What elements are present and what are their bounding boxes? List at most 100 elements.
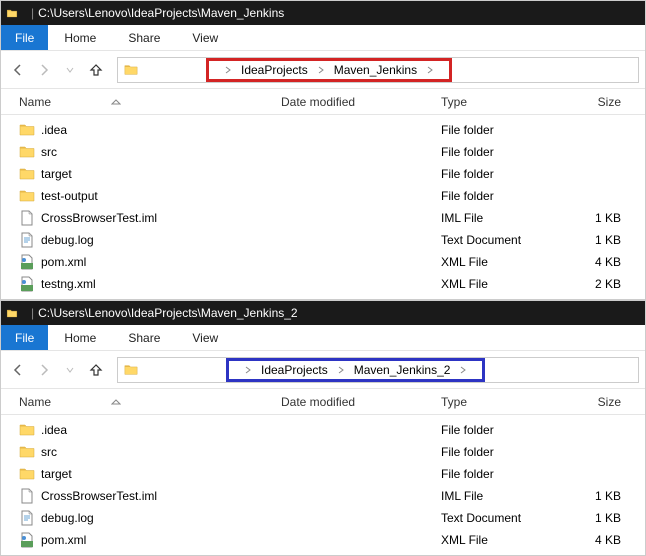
xml-icon (19, 276, 35, 292)
menu-home[interactable]: Home (48, 25, 112, 50)
file-type: File folder (441, 445, 561, 459)
file-type: File folder (441, 145, 561, 159)
nav-row: IdeaProjects Maven_Jenkins_2 (1, 351, 645, 389)
file-list: .idea File folder src File folder target… (1, 415, 645, 555)
file-type: File folder (441, 467, 561, 481)
breadcrumb-item[interactable]: Maven_Jenkins (332, 63, 419, 77)
breadcrumb-item[interactable]: IdeaProjects (259, 363, 330, 377)
col-header-type[interactable]: Type (441, 395, 561, 409)
col-header-date[interactable]: Date modified (281, 95, 441, 109)
file-size: 1 KB (561, 233, 621, 247)
file-type: IML File (441, 489, 561, 503)
forward-button[interactable] (33, 59, 55, 81)
folder-icon (19, 166, 35, 182)
titlebar[interactable]: | C:\Users\Lenovo\IdeaProjects\Maven_Jen… (1, 1, 645, 25)
chevron-right-icon[interactable] (425, 65, 435, 75)
file-row[interactable]: testng.xml XML File 2 KB (1, 273, 645, 295)
address-bar[interactable]: IdeaProjects Maven_Jenkins_2 (117, 357, 639, 383)
file-type: File folder (441, 423, 561, 437)
file-name: debug.log (41, 233, 94, 247)
file-row[interactable]: debug.log Text Document 1 KB (1, 229, 645, 251)
file-icon (19, 488, 35, 504)
titlebar-separator: | (31, 306, 34, 320)
menu-file[interactable]: File (1, 25, 48, 50)
col-header-size[interactable]: Size (561, 95, 621, 109)
recent-dropdown[interactable] (59, 359, 81, 381)
file-row[interactable]: CrossBrowserTest.iml IML File 1 KB (1, 207, 645, 229)
back-button[interactable] (7, 359, 29, 381)
chevron-right-icon[interactable] (458, 365, 468, 375)
sort-ascending-icon (111, 99, 121, 105)
file-list: .idea File folder src File folder target… (1, 115, 645, 299)
chevron-right-icon[interactable] (243, 365, 253, 375)
breadcrumb-highlighted: IdeaProjects Maven_Jenkins (206, 58, 452, 82)
file-icon (19, 210, 35, 226)
file-row[interactable]: .idea File folder (1, 419, 645, 441)
file-row[interactable]: target File folder (1, 463, 645, 485)
menubar: File Home Share View (1, 25, 645, 51)
titlebar[interactable]: | C:\Users\Lenovo\IdeaProjects\Maven_Jen… (1, 301, 645, 325)
file-row[interactable]: target File folder (1, 163, 645, 185)
file-name: src (41, 445, 57, 459)
menu-view[interactable]: View (176, 325, 234, 350)
chevron-right-icon[interactable] (223, 65, 233, 75)
nav-row: IdeaProjects Maven_Jenkins (1, 51, 645, 89)
folder-icon (19, 188, 35, 204)
text-icon (19, 510, 35, 526)
folder-icon (19, 466, 35, 482)
folder-icon (19, 144, 35, 160)
file-type: File folder (441, 167, 561, 181)
file-name: target (41, 467, 72, 481)
explorer-window-0: | C:\Users\Lenovo\IdeaProjects\Maven_Jen… (0, 0, 646, 300)
col-header-name[interactable]: Name (1, 395, 281, 409)
window-folder-icon (5, 8, 19, 19)
file-size: 4 KB (561, 255, 621, 269)
back-button[interactable] (7, 59, 29, 81)
file-row[interactable]: pom.xml XML File 4 KB (1, 251, 645, 273)
chevron-right-icon[interactable] (336, 365, 346, 375)
titlebar-path: C:\Users\Lenovo\IdeaProjects\Maven_Jenki… (38, 306, 297, 320)
folder-icon (19, 122, 35, 138)
file-row[interactable]: pom.xml XML File 4 KB (1, 529, 645, 551)
file-name: CrossBrowserTest.iml (41, 211, 157, 225)
sort-ascending-icon (111, 399, 121, 405)
text-icon (19, 232, 35, 248)
up-button[interactable] (85, 59, 107, 81)
address-bar[interactable]: IdeaProjects Maven_Jenkins (117, 57, 639, 83)
menu-share[interactable]: Share (112, 325, 176, 350)
breadcrumb-item[interactable]: Maven_Jenkins_2 (352, 363, 453, 377)
window-folder-icon (5, 308, 19, 319)
breadcrumb-item[interactable]: IdeaProjects (239, 63, 310, 77)
menu-home[interactable]: Home (48, 325, 112, 350)
file-row[interactable]: debug.log Text Document 1 KB (1, 507, 645, 529)
col-header-size[interactable]: Size (561, 395, 621, 409)
titlebar-separator: | (31, 6, 34, 20)
file-row[interactable]: .idea File folder (1, 119, 645, 141)
address-folder-icon (122, 362, 140, 378)
file-size: 1 KB (561, 489, 621, 503)
menu-view[interactable]: View (176, 25, 234, 50)
file-row[interactable]: src File folder (1, 141, 645, 163)
xml-icon (19, 532, 35, 548)
file-name: testng.xml (41, 277, 96, 291)
up-button[interactable] (85, 359, 107, 381)
col-header-type[interactable]: Type (441, 95, 561, 109)
menu-file[interactable]: File (1, 325, 48, 350)
chevron-right-icon[interactable] (316, 65, 326, 75)
file-size: 1 KB (561, 211, 621, 225)
col-header-name[interactable]: Name (1, 95, 281, 109)
recent-dropdown[interactable] (59, 59, 81, 81)
file-name: .idea (41, 423, 67, 437)
col-header-date[interactable]: Date modified (281, 395, 441, 409)
menu-share[interactable]: Share (112, 25, 176, 50)
file-size: 1 KB (561, 511, 621, 525)
file-row[interactable]: test-output File folder (1, 185, 645, 207)
forward-button[interactable] (33, 359, 55, 381)
xml-icon (19, 254, 35, 270)
folder-icon (19, 422, 35, 438)
file-row[interactable]: src File folder (1, 441, 645, 463)
file-name: target (41, 167, 72, 181)
file-type: Text Document (441, 511, 561, 525)
column-headers: Name Date modified Type Size (1, 389, 645, 415)
file-row[interactable]: CrossBrowserTest.iml IML File 1 KB (1, 485, 645, 507)
